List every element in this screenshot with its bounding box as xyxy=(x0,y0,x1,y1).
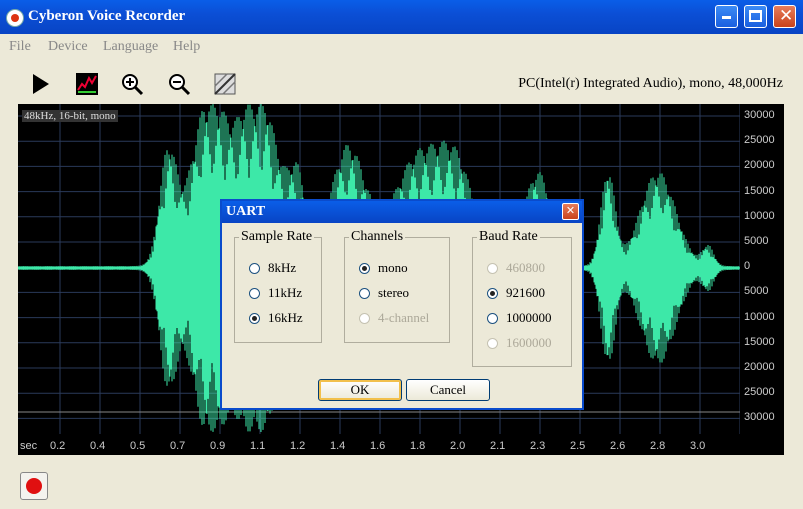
baud-rate-option[interactable]: 921600 xyxy=(487,285,545,301)
x-tick-label: 0.4 xyxy=(90,440,106,452)
x-tick-label: 0.2 xyxy=(50,440,66,452)
title-bar: Cyberon Voice Recorder ✕ xyxy=(0,0,803,34)
radio-button xyxy=(487,337,498,349)
option-label: 4-channel xyxy=(378,310,430,325)
option-label: 8kHz xyxy=(268,260,297,275)
radio-button xyxy=(359,312,370,324)
x-tick-label: 2.5 xyxy=(570,440,586,452)
sample-rate-label: Sample Rate xyxy=(239,229,315,245)
x-tick-label: 2.6 xyxy=(610,440,626,452)
channels-label: Channels xyxy=(349,229,406,245)
option-label: 1000000 xyxy=(506,310,552,325)
x-tick-label: 1.8 xyxy=(410,440,426,452)
sample-rate-option[interactable]: 8kHz xyxy=(249,260,296,276)
menu-language[interactable]: Language xyxy=(103,39,158,55)
close-button[interactable]: ✕ xyxy=(773,5,796,28)
y-tick-label: 30000 xyxy=(744,109,775,121)
x-tick-label: 0.5 xyxy=(130,440,146,452)
radio-button[interactable] xyxy=(359,287,370,299)
menu-bar: File Device Language Help xyxy=(0,34,803,60)
option-label: 16kHz xyxy=(268,310,303,325)
x-tick-label: 1.6 xyxy=(370,440,386,452)
amplitude-axis: 30000 25000 20000 15000 10000 5000 0 5000 10000 1… xyxy=(740,104,784,455)
channels-option: 4-channel xyxy=(359,310,429,326)
radio-button[interactable] xyxy=(487,287,498,299)
format-label: 48kHz, 16-bit, mono xyxy=(22,110,118,122)
y-tick-label: 25000 xyxy=(744,134,775,147)
y-tick-label: 10000 xyxy=(744,209,775,222)
menu-file[interactable]: File xyxy=(9,39,31,55)
spectrum-icon[interactable] xyxy=(75,72,99,96)
x-tick-label: 1.1 xyxy=(250,440,266,452)
toolbar: PC(Intel(r) Integrated Audio), mono, 48,… xyxy=(0,62,803,102)
y-tick-label: 20000 xyxy=(744,159,775,172)
app-icon xyxy=(6,9,24,27)
baud-rate-option[interactable]: 1000000 xyxy=(487,310,552,326)
minimize-icon xyxy=(722,16,731,19)
sample-rate-option[interactable]: 16kHz xyxy=(249,310,303,326)
menu-device[interactable]: Device xyxy=(48,39,88,55)
option-label: 11kHz xyxy=(268,285,303,300)
x-tick-label: 2.1 xyxy=(490,440,506,452)
sample-rate-option[interactable]: 11kHz xyxy=(249,285,302,301)
option-label: stereo xyxy=(378,285,410,300)
radio-button[interactable] xyxy=(249,262,260,274)
zoom-out-icon[interactable] xyxy=(167,72,191,96)
baud-rate-group: Baud Rate 460800 921600 1000000 1600000 xyxy=(472,229,572,367)
y-tick-label: 0 xyxy=(744,260,751,273)
y-tick-label: 10000 xyxy=(744,310,775,323)
baud-rate-option: 1600000 xyxy=(487,335,552,351)
dialog-title: UART xyxy=(226,204,266,219)
close-icon: ✕ xyxy=(779,6,794,26)
y-tick-label: 25000 xyxy=(744,386,775,399)
dialog-close-button[interactable]: ✕ xyxy=(562,203,579,220)
channels-option[interactable]: mono xyxy=(359,260,408,276)
x-tick-label: 2.8 xyxy=(650,440,666,452)
channels-group: Channels mono stereo 4-channel xyxy=(344,229,450,343)
x-unit-label: sec xyxy=(20,440,38,452)
x-tick-label: 0.9 xyxy=(210,440,226,452)
zoom-in-icon[interactable] xyxy=(120,72,144,96)
ok-button[interactable]: OK xyxy=(318,379,402,401)
device-info: PC(Intel(r) Integrated Audio), mono, 48,… xyxy=(518,76,783,91)
sample-rate-group: Sample Rate 8kHz 11kHz 16kHz xyxy=(234,229,322,343)
option-label: mono xyxy=(378,260,408,275)
fit-icon[interactable] xyxy=(213,72,237,96)
x-tick-label: 0.7 xyxy=(170,440,186,452)
close-icon: ✕ xyxy=(565,204,576,217)
y-tick-label: 15000 xyxy=(744,184,775,197)
baud-rate-option: 460800 xyxy=(487,260,545,276)
option-label: 460800 xyxy=(506,260,545,275)
radio-button xyxy=(487,262,498,274)
minimize-button[interactable] xyxy=(715,5,738,28)
menu-help[interactable]: Help xyxy=(173,39,200,55)
channels-option[interactable]: stereo xyxy=(359,285,409,301)
window-title: Cyberon Voice Recorder xyxy=(28,8,186,24)
x-tick-label: 3.0 xyxy=(690,440,706,452)
x-tick-label: 2.0 xyxy=(450,440,466,452)
radio-button[interactable] xyxy=(249,312,260,324)
y-tick-label: 5000 xyxy=(744,235,769,247)
radio-button[interactable] xyxy=(249,287,260,299)
cancel-button[interactable]: Cancel xyxy=(406,379,490,401)
play-icon[interactable] xyxy=(29,72,53,96)
x-tick-label: 2.3 xyxy=(530,440,546,452)
baud-rate-label: Baud Rate xyxy=(477,229,540,245)
y-tick-label: 5000 xyxy=(744,285,769,298)
dialog-title-bar: UART ✕ xyxy=(222,201,582,223)
record-button[interactable] xyxy=(20,472,48,500)
maximize-button[interactable] xyxy=(744,5,767,28)
x-tick-label: 1.4 xyxy=(330,440,346,452)
y-tick-label: 15000 xyxy=(744,335,775,348)
option-label: 921600 xyxy=(506,285,545,300)
x-tick-label: 1.2 xyxy=(290,440,306,452)
radio-button[interactable] xyxy=(487,312,498,324)
radio-button[interactable] xyxy=(359,262,370,274)
uart-dialog: UART ✕ Sample Rate 8kHz 11kHz 16kHz Channe… xyxy=(220,199,584,410)
option-label: 1600000 xyxy=(506,335,552,350)
maximize-icon xyxy=(749,10,762,22)
y-tick-label: 20000 xyxy=(744,361,775,373)
y-tick-label: 30000 xyxy=(744,411,775,424)
